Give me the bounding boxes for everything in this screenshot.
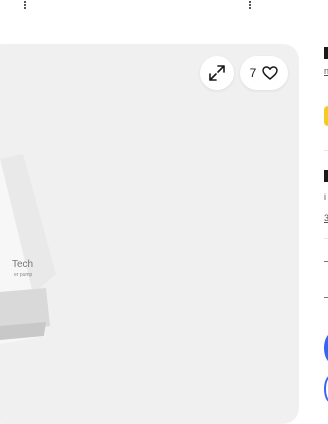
product-sub-label: er pump <box>14 272 33 278</box>
option-fragment <box>324 261 328 262</box>
product-image: Tech er pump <box>0 154 56 344</box>
product-image-gallery[interactable]: Tech er pump <box>0 44 299 424</box>
option-fragment-2 <box>324 297 328 298</box>
info-fragment: i <box>324 192 326 202</box>
divider <box>324 150 328 151</box>
heart-icon <box>262 66 279 80</box>
add-to-cart-button-fragment[interactable] <box>324 375 328 403</box>
expand-image-button[interactable] <box>200 56 234 90</box>
buy-button-fragment[interactable] <box>324 333 328 363</box>
title-fragment <box>324 47 328 59</box>
price-fragment <box>324 170 328 182</box>
more-options-icon-left[interactable] <box>23 0 27 12</box>
product-brand-label: Tech <box>12 259 33 270</box>
like-count: 7 <box>249 66 257 80</box>
divider <box>324 238 328 239</box>
expand-icon <box>209 65 225 81</box>
like-button[interactable]: 7 <box>240 56 288 90</box>
link-fragment[interactable]: n <box>324 66 328 76</box>
detail-fragment[interactable]: 3 <box>324 213 328 223</box>
star-rating-fragment <box>324 106 328 126</box>
more-options-icon-right[interactable] <box>248 0 252 12</box>
